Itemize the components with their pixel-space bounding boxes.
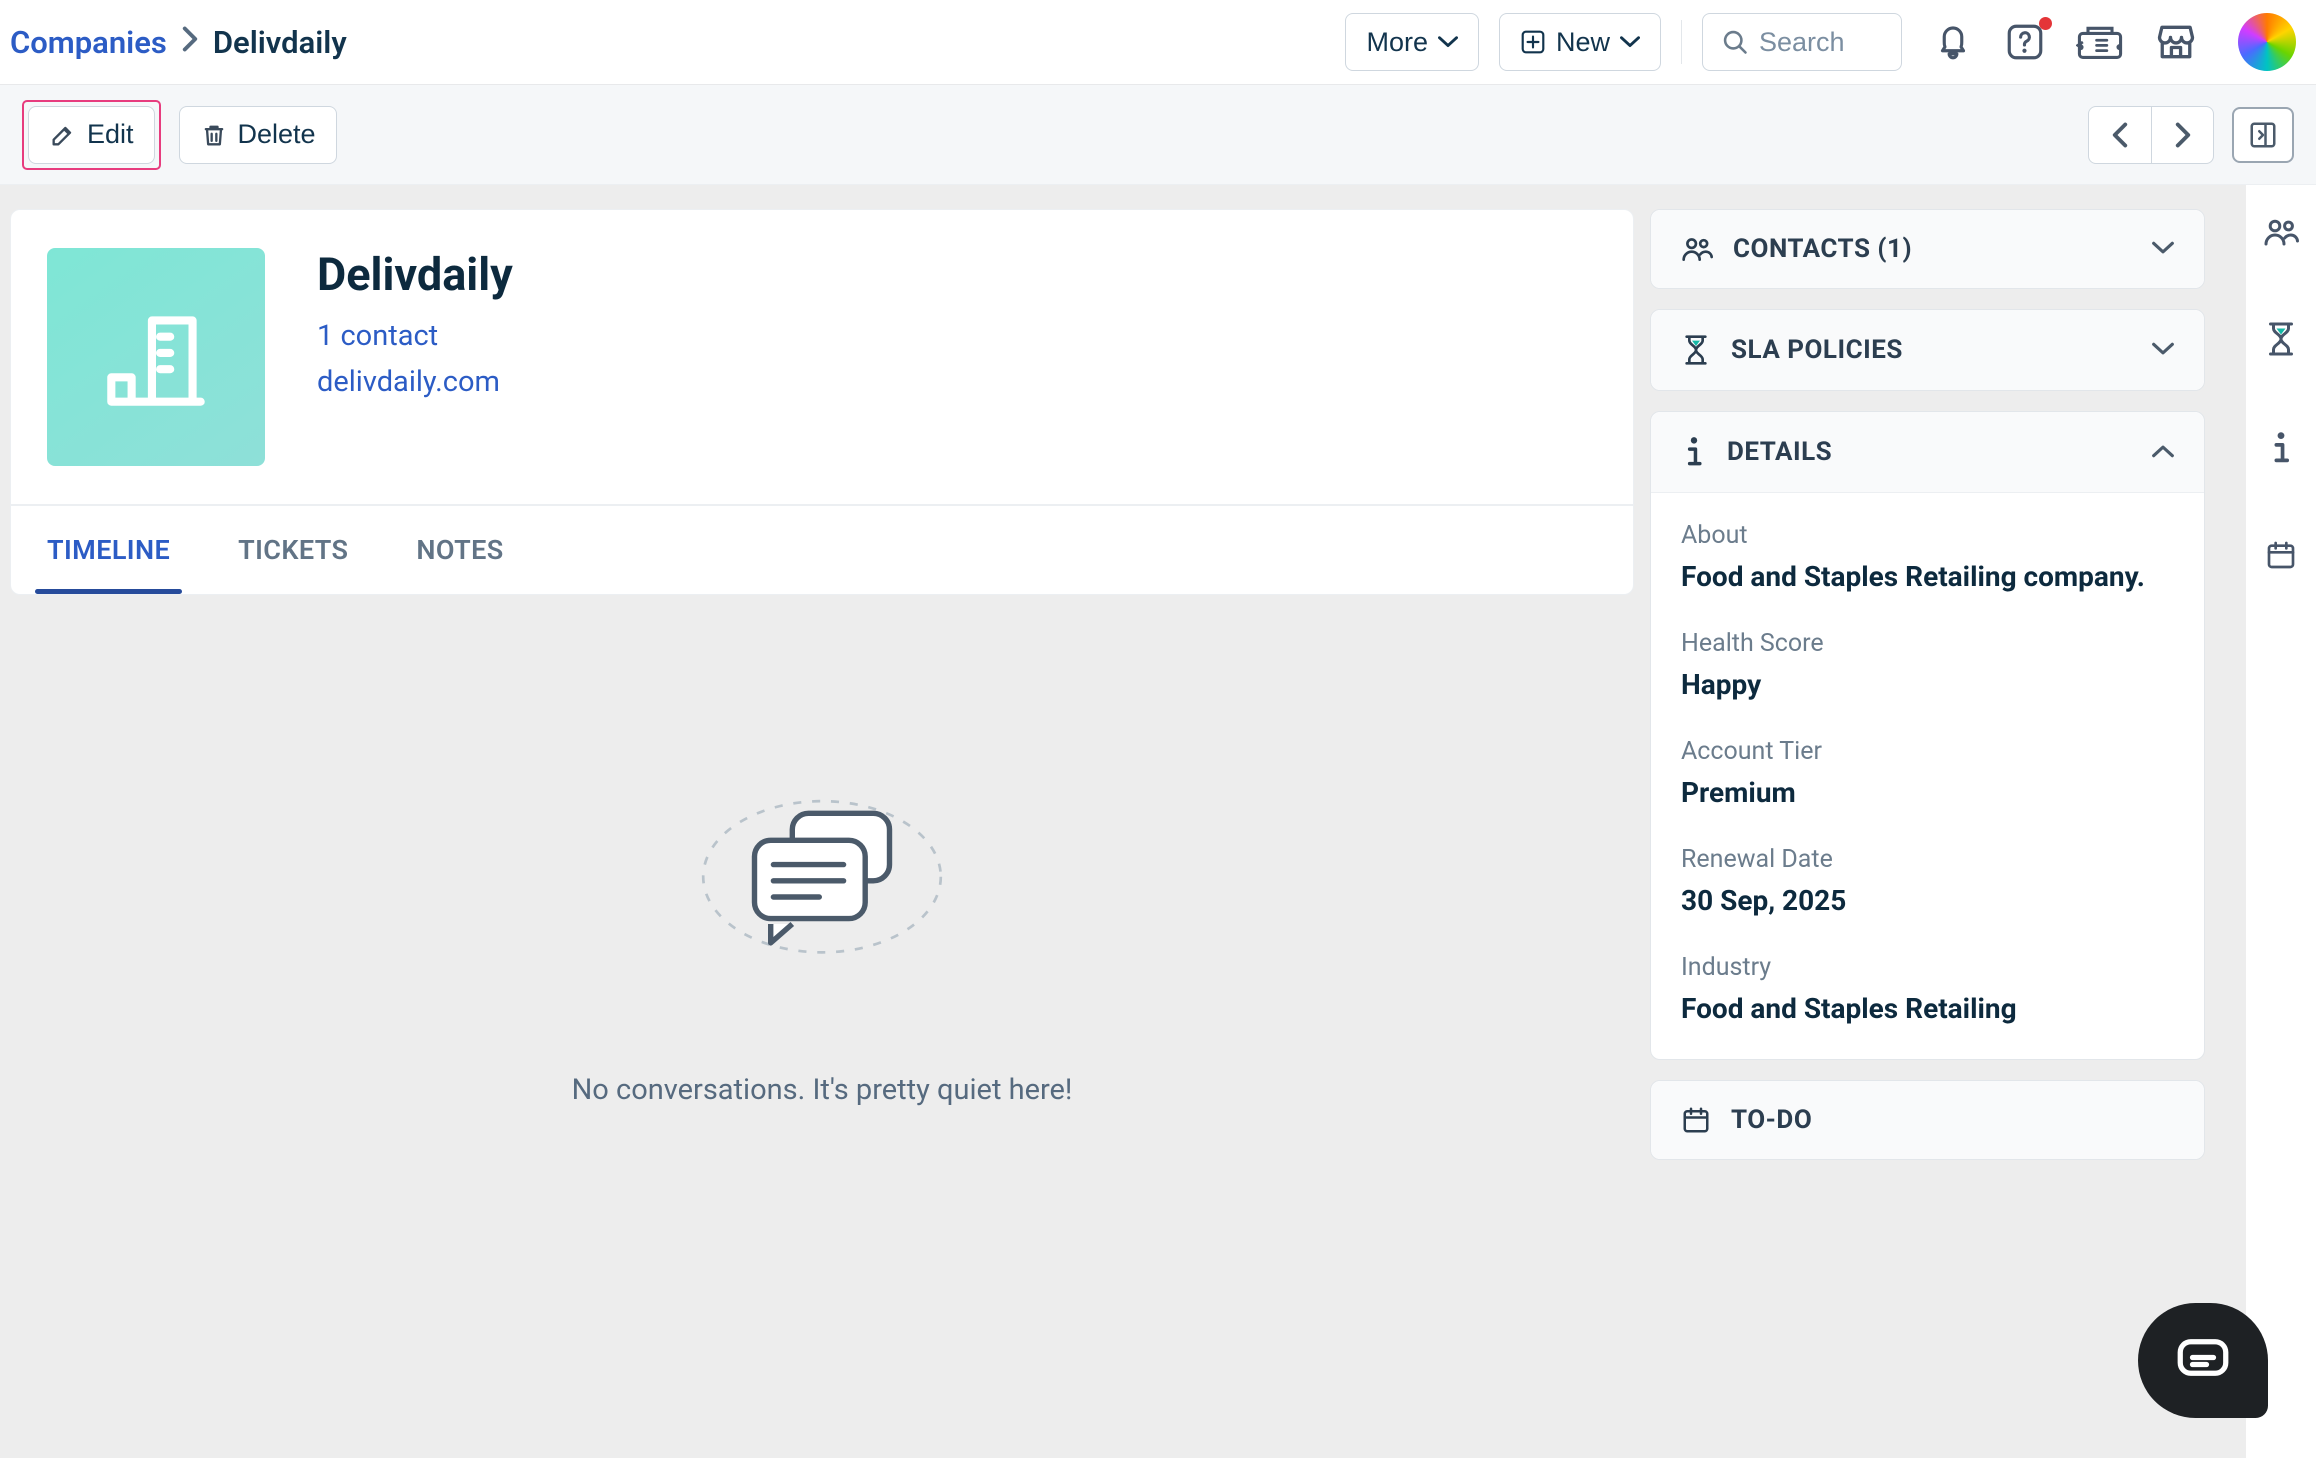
tabs: TIMELINE TICKETS NOTES [10,505,1634,595]
tab-notes[interactable]: NOTES [416,506,503,594]
chevron-down-icon [2152,341,2174,360]
info-icon [1681,436,1707,468]
search-input[interactable] [1759,27,1879,58]
avatar[interactable] [2238,13,2296,71]
chat-icon [2175,1336,2231,1386]
side-calendar-icon[interactable] [2265,539,2297,575]
delete-label: Delete [238,119,316,150]
todo-panel: TO-DO [1650,1080,2205,1160]
hourglass-icon [1681,334,1711,366]
delete-button[interactable]: Delete [179,106,337,164]
empty-state: No conversations. It's pretty quiet here… [10,735,1634,1107]
todo-panel-title: TO-DO [1731,1105,1812,1135]
company-card: Delivdaily 1 contact delivdaily.com [10,209,1634,505]
company-domain-link[interactable]: delivdaily.com [317,365,513,399]
chevron-up-icon [2152,443,2174,462]
chevron-down-icon [2152,240,2174,259]
contacts-panel-header[interactable]: CONTACTS (1) [1651,210,2204,288]
chevron-down-icon [1620,35,1640,49]
new-label: New [1556,27,1610,58]
sla-panel-header[interactable]: SLA POLICIES [1651,310,2204,390]
breadcrumb-root-link[interactable]: Companies [10,24,167,61]
building-icon [91,292,221,422]
side-contacts-icon[interactable] [2263,217,2299,251]
side-sla-icon[interactable] [2265,321,2297,361]
edit-label: Edit [87,119,134,150]
notification-dot-icon [2039,17,2052,30]
chat-widget-button[interactable] [2138,1303,2268,1418]
details-tier-label: Account Tier [1681,737,2174,766]
new-button[interactable]: New [1499,13,1661,71]
tickets-icon[interactable] [2076,22,2124,62]
toolbar: Edit Delete [0,85,2316,185]
help-icon[interactable] [2004,21,2046,63]
trash-icon [200,121,228,149]
details-health-label: Health Score [1681,629,2174,658]
side-panels: CONTACTS (1) SLA POLICIES DETAILS [1650,209,2205,1458]
sla-panel-title: SLA POLICIES [1731,335,1903,365]
details-panel-header[interactable]: DETAILS [1651,412,2204,493]
people-icon [1681,235,1713,263]
search-box[interactable] [1702,13,1902,71]
breadcrumb: Companies Delivdaily [10,24,1325,61]
topbar: Companies Delivdaily More New [0,0,2316,85]
top-actions: More New [1345,13,2296,71]
details-industry-value: Food and Staples Retailing [1681,992,2174,1025]
pencil-icon [49,121,77,149]
details-tier-value: Premium [1681,776,2174,809]
details-panel: DETAILS About Food and Staples Retailing… [1650,411,2205,1060]
notifications-icon[interactable] [1932,21,1974,63]
details-renewal-value: 30 Sep, 2025 [1681,884,2174,917]
edit-button[interactable]: Edit [28,106,155,164]
company-name: Delivdaily [317,248,513,301]
content-area: Delivdaily 1 contact delivdaily.com TIME… [0,185,2316,1458]
next-record-button[interactable] [2151,107,2213,163]
contacts-panel-title: CONTACTS (1) [1733,234,1912,264]
search-icon [1721,28,1749,56]
details-about-value: Food and Staples Retailing company. [1681,560,2174,593]
details-industry-label: Industry [1681,953,2174,982]
chevron-right-icon [181,25,199,59]
empty-chat-icon [10,735,1634,1005]
tab-timeline[interactable]: TIMELINE [47,506,170,594]
company-logo [47,248,265,466]
more-button[interactable]: More [1345,13,1479,71]
contacts-panel: CONTACTS (1) [1650,209,2205,289]
more-label: More [1366,27,1428,58]
details-about-label: About [1681,521,2174,550]
divider [1681,20,1682,64]
sla-panel: SLA POLICIES [1650,309,2205,391]
record-pager [2088,106,2214,164]
empty-state-text: No conversations. It's pretty quiet here… [10,1073,1634,1107]
calendar-icon [1681,1105,1711,1135]
collapse-panel-button[interactable] [2232,107,2294,163]
tab-tickets[interactable]: TICKETS [238,506,348,594]
plus-box-icon [1520,29,1546,55]
details-panel-title: DETAILS [1727,437,1832,467]
details-health-value: Happy [1681,668,2174,701]
chevron-down-icon [1438,35,1458,49]
side-info-icon[interactable] [2268,431,2294,469]
right-sidebar [2246,185,2316,1458]
marketplace-icon[interactable] [2154,20,2198,64]
details-renewal-label: Renewal Date [1681,845,2174,874]
breadcrumb-current: Delivdaily [213,24,347,61]
prev-record-button[interactable] [2089,107,2151,163]
contact-count-link[interactable]: 1 contact [317,319,513,353]
todo-panel-header[interactable]: TO-DO [1651,1081,2204,1159]
